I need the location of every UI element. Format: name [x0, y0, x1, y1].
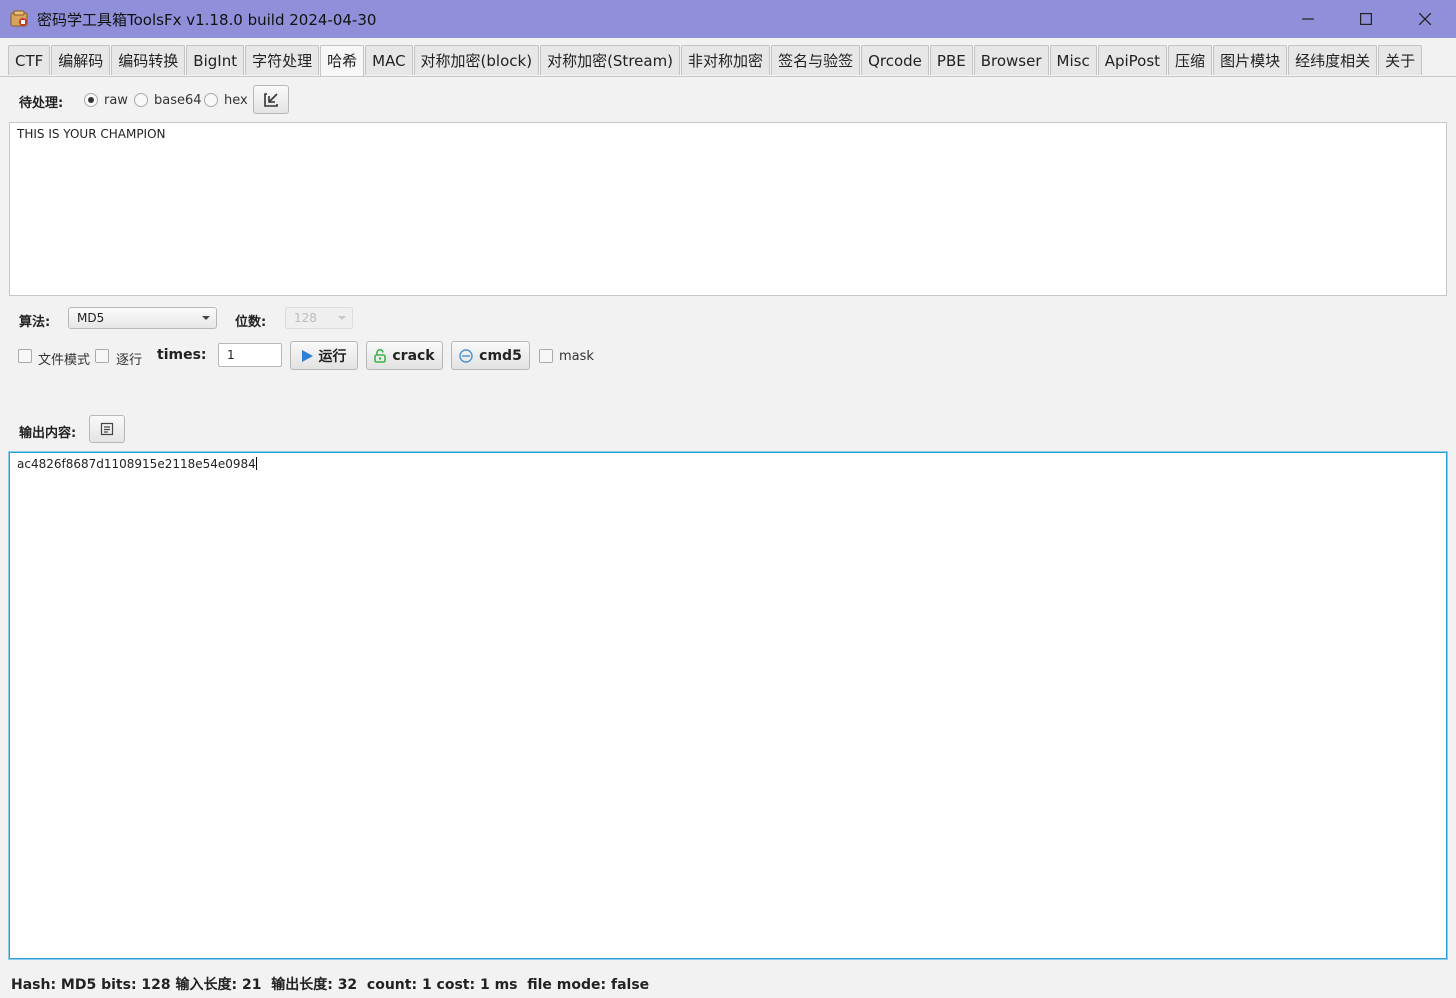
tab-qrcode[interactable]: Qrcode [861, 45, 929, 75]
cmd5-button[interactable]: cmd5 [451, 341, 530, 370]
output-textarea[interactable]: ac4826f8687d1108915e2118e54e0984 [9, 452, 1447, 959]
radio-hex-label[interactable]: hex [224, 93, 248, 108]
import-file-icon [264, 92, 278, 107]
minimize-button[interactable] [1279, 0, 1337, 38]
close-button[interactable] [1396, 0, 1454, 38]
title-bar: 密码学工具箱ToolsFx v1.18.0 build 2024-04-30 [0, 0, 1456, 38]
times-label: times: [157, 347, 207, 363]
bits-value: 128 [294, 311, 317, 325]
tab-pbe[interactable]: PBE [929, 45, 973, 75]
tab-string-process[interactable]: 字符处理 [245, 45, 320, 75]
tab-browser[interactable]: Browser [973, 45, 1049, 75]
close-icon [1419, 13, 1431, 25]
output-text: ac4826f8687d1108915e2118e54e0984 [17, 457, 256, 471]
run-button[interactable]: 运行 [290, 341, 358, 370]
text-caret [255, 457, 257, 470]
crack-button-label: crack [392, 347, 435, 364]
tab-apipost[interactable]: ApiPost [1097, 45, 1168, 75]
radio-base64[interactable] [134, 93, 148, 107]
run-button-label: 运行 [318, 348, 347, 365]
radio-raw[interactable] [84, 93, 98, 107]
tab-misc[interactable]: Misc [1049, 45, 1097, 75]
mask-label[interactable]: mask [559, 349, 594, 364]
radio-raw-label[interactable]: raw [104, 93, 128, 108]
maximize-icon [1360, 13, 1372, 25]
web-icon [459, 348, 473, 363]
tab-ctf[interactable]: CTF [8, 45, 51, 75]
chevron-down-icon [202, 316, 210, 320]
tab-mac[interactable]: MAC [365, 45, 413, 75]
input-textarea[interactable]: THIS IS YOUR CHAMPION [9, 122, 1447, 296]
tab-image-module[interactable]: 图片模块 [1213, 45, 1288, 75]
window-title: 密码学工具箱ToolsFx v1.18.0 build 2024-04-30 [37, 11, 377, 29]
tab-codec[interactable]: 编解码 [51, 45, 111, 75]
app-icon [10, 10, 28, 27]
algorithm-label: 算法: [19, 315, 51, 330]
tab-compress[interactable]: 压缩 [1168, 45, 1213, 75]
copy-button[interactable] [89, 415, 125, 443]
tab-encoding-convert[interactable]: 编码转换 [111, 45, 186, 75]
tab-symmetric-block[interactable]: 对称加密(block) [413, 45, 540, 75]
algorithm-select[interactable]: MD5 [68, 307, 217, 329]
tab-about[interactable]: 关于 [1378, 45, 1423, 75]
tab-bar: CTF 编解码 编码转换 BigInt 字符处理 哈希 MAC 对称加密(blo… [8, 45, 1423, 77]
algorithm-value: MD5 [77, 311, 105, 325]
file-mode-label[interactable]: 文件模式 [38, 349, 90, 368]
tab-asymmetric[interactable]: 非对称加密 [681, 45, 771, 75]
maximize-button[interactable] [1337, 0, 1395, 38]
tab-hash[interactable]: 哈希 [320, 45, 365, 77]
output-label: 输出内容: [19, 426, 77, 441]
play-icon [301, 349, 313, 362]
copy-icon [100, 422, 114, 436]
line-by-line-checkbox[interactable] [95, 349, 109, 363]
tab-signature[interactable]: 签名与验签 [771, 45, 861, 75]
mask-checkbox[interactable] [539, 349, 553, 363]
radio-base64-label[interactable]: base64 [154, 93, 202, 108]
file-mode-checkbox[interactable] [18, 349, 32, 363]
cmd5-button-label: cmd5 [479, 347, 522, 364]
times-input[interactable]: 1 [218, 343, 282, 367]
bits-label: 位数: [235, 315, 267, 330]
tab-bigint[interactable]: BigInt [186, 45, 245, 75]
tab-symmetric-stream[interactable]: 对称加密(Stream) [540, 45, 681, 75]
input-label: 待处理: [19, 96, 64, 111]
tab-geo[interactable]: 经纬度相关 [1288, 45, 1378, 75]
line-by-line-label[interactable]: 逐行 [116, 349, 142, 368]
crack-button[interactable]: crack [366, 341, 443, 370]
bits-select[interactable]: 128 [285, 307, 353, 329]
minimize-icon [1302, 18, 1314, 20]
unlock-icon [374, 348, 387, 363]
tab-divider [0, 76, 1456, 77]
import-button[interactable] [253, 85, 289, 114]
radio-hex[interactable] [204, 93, 218, 107]
chevron-down-icon [338, 316, 346, 320]
status-bar: Hash: MD5 bits: 128 输入长度: 21 输出长度: 32 co… [11, 977, 650, 993]
